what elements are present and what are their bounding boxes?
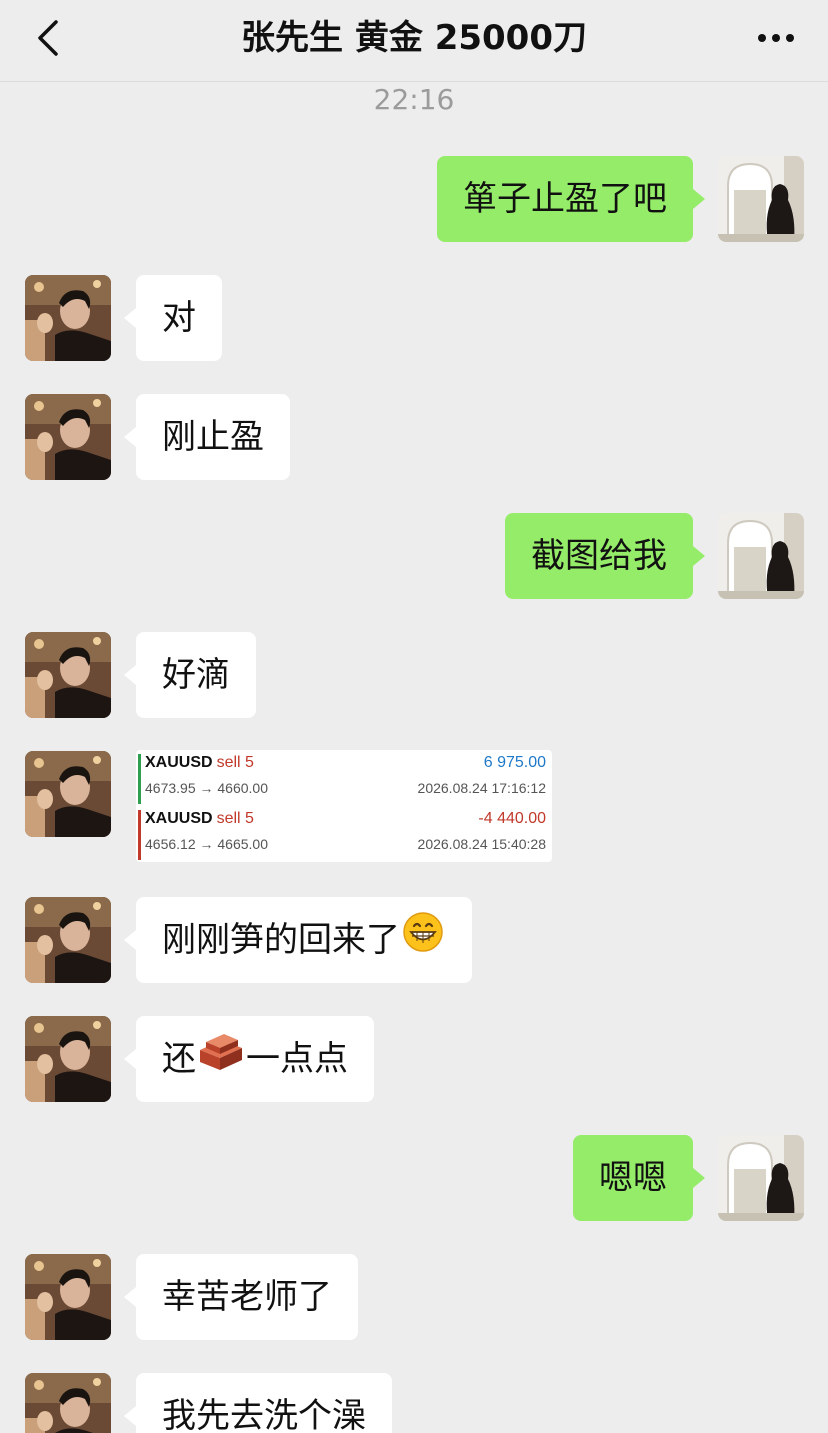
- grinning-face-icon: [402, 899, 444, 985]
- message-bubble-received[interactable]: 还 一点点: [124, 1016, 374, 1104]
- trade-profit: 6 975.00: [483, 754, 546, 771]
- trade-row-indicator: [138, 754, 141, 804]
- avatar-contact[interactable]: [25, 751, 111, 837]
- message-bubble-received[interactable]: 刚止盈: [124, 394, 290, 480]
- trade-symbol: XAUUSD sell 5: [145, 810, 254, 827]
- avatar-contact[interactable]: [25, 1373, 111, 1433]
- avatar-contact[interactable]: [25, 897, 111, 983]
- message-timestamp: 22:16: [373, 83, 455, 116]
- message-bubble-sent[interactable]: 箪子止盈了吧: [437, 156, 705, 242]
- avatar-contact[interactable]: [25, 632, 111, 718]
- trade-row: XAUUSD sell 5 -4 440.00 4656.12 → 4665.00…: [136, 806, 552, 862]
- avatar-contact[interactable]: [25, 275, 111, 361]
- top-bar: 张先生 黄金 25000刀: [0, 0, 828, 82]
- trade-profit: -4 440.00: [478, 810, 546, 827]
- avatar-contact[interactable]: [25, 1016, 111, 1102]
- message-text: 我先去洗个澡: [162, 1396, 366, 1433]
- trade-direction: sell 5: [216, 754, 254, 771]
- message-bubble-received[interactable]: 我先去洗个澡: [124, 1373, 392, 1433]
- avatar-self[interactable]: [718, 513, 804, 599]
- message-text: 箪子止盈了吧: [463, 179, 667, 219]
- trade-prices: 4656.12 → 4665.00: [145, 836, 268, 852]
- more-button[interactable]: [752, 18, 800, 58]
- avatar-contact[interactable]: [25, 394, 111, 480]
- back-button[interactable]: [30, 16, 70, 60]
- message-bubble-sent[interactable]: 截图给我: [505, 513, 705, 599]
- avatar-self[interactable]: [718, 156, 804, 242]
- trade-screenshot-image[interactable]: XAUUSD sell 5 6 975.00 4673.95 → 4660.00 …: [136, 750, 552, 862]
- avatar-contact[interactable]: [25, 1254, 111, 1340]
- message-bubble-received[interactable]: 刚刚笋的回来了: [124, 897, 472, 985]
- message-text: 一点点: [246, 1039, 348, 1079]
- message-text: 刚止盈: [162, 417, 264, 457]
- message-bubble-sent[interactable]: 嗯嗯: [573, 1135, 705, 1221]
- message-text: 嗯嗯: [599, 1158, 667, 1198]
- message-text: 还: [162, 1039, 196, 1079]
- brick-icon: [198, 1018, 244, 1104]
- trade-symbol: XAUUSD sell 5: [145, 754, 254, 771]
- more-dots-icon: [758, 34, 794, 42]
- trade-prices: 4673.95 → 4660.00: [145, 780, 268, 796]
- avatar-self[interactable]: [718, 1135, 804, 1221]
- trade-time: 2026.08.24 15:40:28: [417, 836, 546, 852]
- message-text: 幸苦老师了: [162, 1277, 332, 1317]
- trade-direction: sell 5: [216, 810, 254, 827]
- message-text: 好滴: [162, 655, 230, 695]
- chat-title: 张先生 黄金 25000刀: [241, 18, 587, 58]
- message-text: 对: [162, 298, 196, 338]
- message-bubble-received[interactable]: 幸苦老师了: [124, 1254, 358, 1340]
- trade-time: 2026.08.24 17:16:12: [417, 780, 546, 796]
- message-bubble-received[interactable]: 好滴: [124, 632, 256, 718]
- message-bubble-received[interactable]: 对: [124, 275, 222, 361]
- trade-row-indicator: [138, 810, 141, 860]
- trade-row: XAUUSD sell 5 6 975.00 4673.95 → 4660.00 …: [136, 750, 552, 806]
- message-text: 刚刚笋的回来了: [162, 920, 400, 960]
- message-text: 截图给我: [531, 536, 667, 576]
- chevron-left-icon: [38, 20, 58, 56]
